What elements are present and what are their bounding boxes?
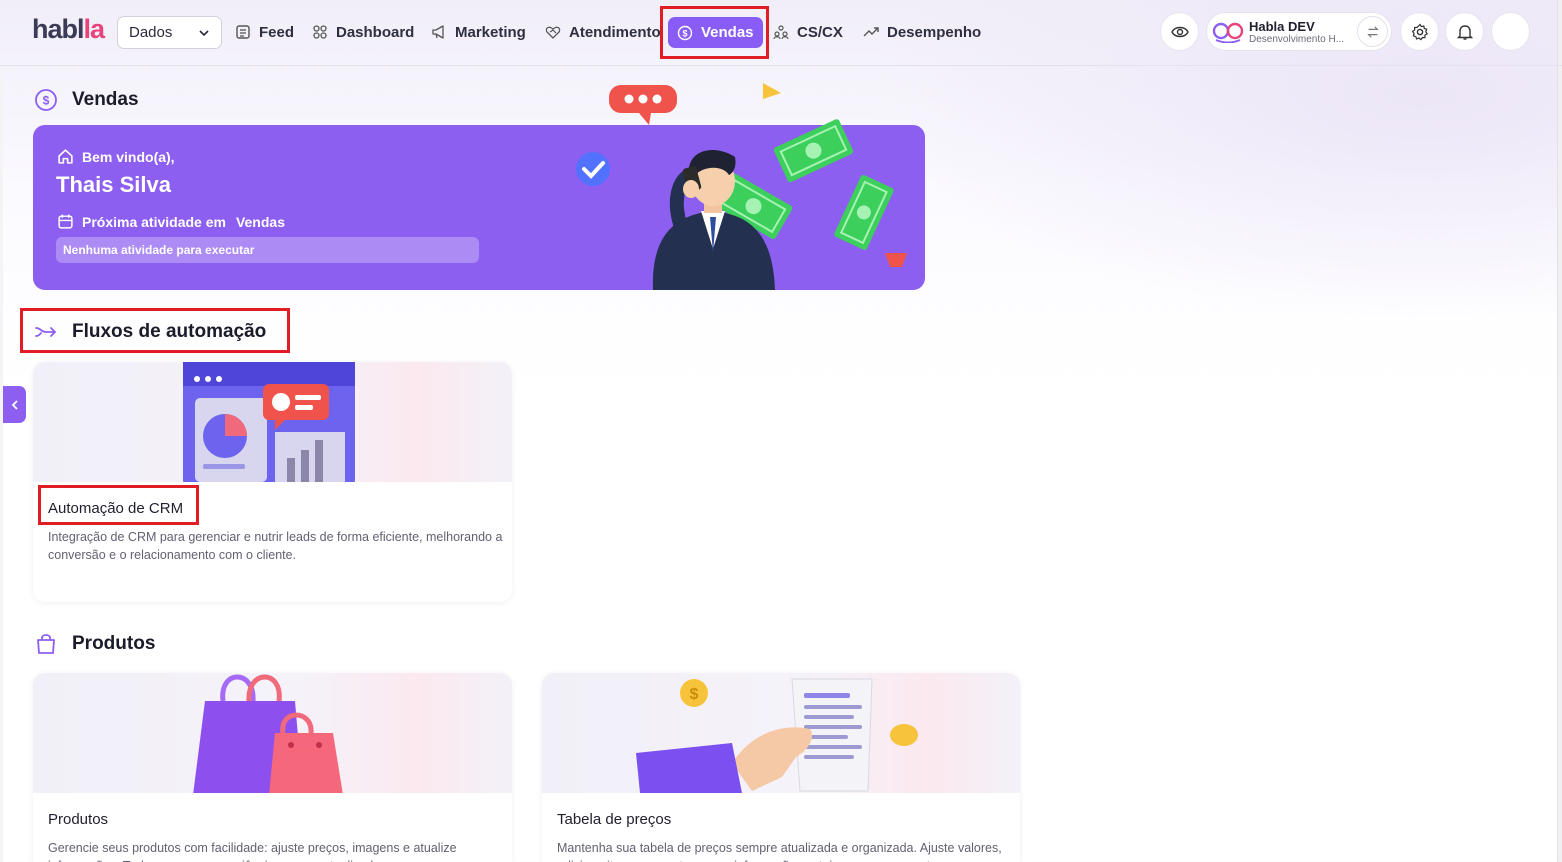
nav-item-label: Marketing <box>455 23 526 41</box>
habla-logo[interactable]: hablla <box>32 14 105 45</box>
price-receipt-illustration: $ <box>636 678 918 793</box>
account-switcher[interactable]: Habla DEV Desenvolvimento H... <box>1206 12 1392 51</box>
gear-icon <box>1411 23 1428 40</box>
crm-dashboard-illustration <box>183 362 355 482</box>
nav-item-label: Atendimento <box>569 23 661 41</box>
nav-item-marketing[interactable]: Marketing <box>431 19 526 45</box>
next-activity-module: Vendas <box>235 213 285 230</box>
welcome-text: Bem vindo(a), <box>82 148 175 165</box>
no-activity-message: Nenhuma atividade para executar <box>56 237 479 263</box>
card-description: Mantenha sua tabela de preços sempre atu… <box>557 841 1002 862</box>
nav-item-label: Vendas <box>701 24 754 41</box>
card-title: Produtos <box>48 811 109 828</box>
nav-item-label: CS/CX <box>797 23 843 41</box>
welcome-banner: Bem vindo(a), Thais Silva Próxima ativid… <box>33 83 925 290</box>
card-description: Integração de CRM para gerenciar e nutri… <box>48 530 503 562</box>
notifications-button[interactable] <box>1445 12 1484 51</box>
welcome-line: Bem vindo(a), <box>57 148 175 165</box>
card-automacao-crm[interactable]: Automação de CRM Integração de CRM para … <box>33 362 512 602</box>
account-subtitle: Desenvolvimento H... <box>1249 34 1345 45</box>
settings-button[interactable] <box>1400 12 1439 51</box>
card-produtos[interactable]: Produtos Gerencie seus produtos com faci… <box>33 673 512 862</box>
chevron-down-icon <box>199 30 209 37</box>
user-avatar[interactable] <box>1491 12 1530 51</box>
svg-text:$: $ <box>43 94 50 108</box>
visibility-toggle-button[interactable] <box>1160 12 1199 51</box>
nav-item-label: Feed <box>259 23 295 41</box>
account-name: Habla DEV <box>1249 19 1315 34</box>
card-description: Gerencie seus produtos com facilidade: a… <box>48 841 457 862</box>
section-title-produtos: Produtos <box>34 632 155 656</box>
nav-item-vendas[interactable]: $ Vendas <box>668 17 763 48</box>
workspace-select[interactable]: Dados <box>117 16 222 49</box>
svg-text:$: $ <box>690 686 699 703</box>
section-title-text: Produtos <box>72 633 156 654</box>
shopping-bags-illustration <box>193 674 343 793</box>
swap-arrows-icon <box>1366 25 1379 38</box>
bell-icon <box>1456 24 1473 40</box>
section-title-text: Fluxos de automação <box>72 321 267 342</box>
next-activity-prefix: Próxima atividade em <box>82 213 226 230</box>
card-title: Tabela de preços <box>557 811 672 828</box>
card-tabela-precos[interactable]: $ Tabela de preços Mantenha sua tabela d… <box>542 673 1020 862</box>
card-media <box>33 673 512 793</box>
feed-icon <box>236 25 250 39</box>
next-activity-line: Próxima atividade em Vendas <box>57 213 285 230</box>
heart-handshake-icon <box>545 26 561 39</box>
card-media: $ <box>542 673 1020 793</box>
dollar-circle-icon: $ <box>677 25 693 40</box>
user-name: Thais Silva <box>56 172 171 197</box>
sidebar-collapse-button[interactable] <box>3 386 26 423</box>
trend-up-icon <box>863 27 879 37</box>
eye-icon <box>1170 26 1189 37</box>
grid-icon <box>313 25 327 39</box>
section-title-vendas: $ Vendas <box>34 88 139 112</box>
nav-item-feed[interactable]: Feed <box>235 19 294 45</box>
nav-item-cscx[interactable]: CS/CX <box>773 19 843 45</box>
salesman-illustration <box>576 83 907 290</box>
scrollbar-track[interactable] <box>1557 0 1562 862</box>
section-title-text: Vendas <box>72 89 139 110</box>
calendar-icon <box>58 214 73 229</box>
card-media <box>33 362 512 482</box>
card-title: Automação de CRM <box>48 500 184 517</box>
switch-account-button[interactable] <box>1357 16 1388 47</box>
chevron-left-icon <box>11 399 18 410</box>
people-group-icon <box>773 25 789 40</box>
left-window-edge <box>0 66 3 862</box>
nav-item-label: Desempenho <box>887 23 982 41</box>
nav-item-desempenho[interactable]: Desempenho <box>863 19 981 45</box>
home-icon <box>58 149 73 164</box>
section-title-automacao: Fluxos de automação <box>34 320 266 344</box>
flow-arrow-icon <box>35 327 57 337</box>
dollar-circle-icon: $ <box>35 89 57 111</box>
nav-item-atendimento[interactable]: Atendimento <box>545 19 661 45</box>
megaphone-icon <box>432 25 444 39</box>
nav-item-label: Dashboard <box>336 23 415 41</box>
top-navigation: hablla Dados Feed Dashboard Marketing At… <box>0 0 1562 66</box>
workspace-select-value: Dados <box>129 24 173 41</box>
shopping-bag-icon <box>37 634 55 654</box>
svg-text:$: $ <box>682 28 687 38</box>
nav-item-dashboard[interactable]: Dashboard <box>312 19 414 45</box>
company-logo-icon <box>1212 22 1244 43</box>
